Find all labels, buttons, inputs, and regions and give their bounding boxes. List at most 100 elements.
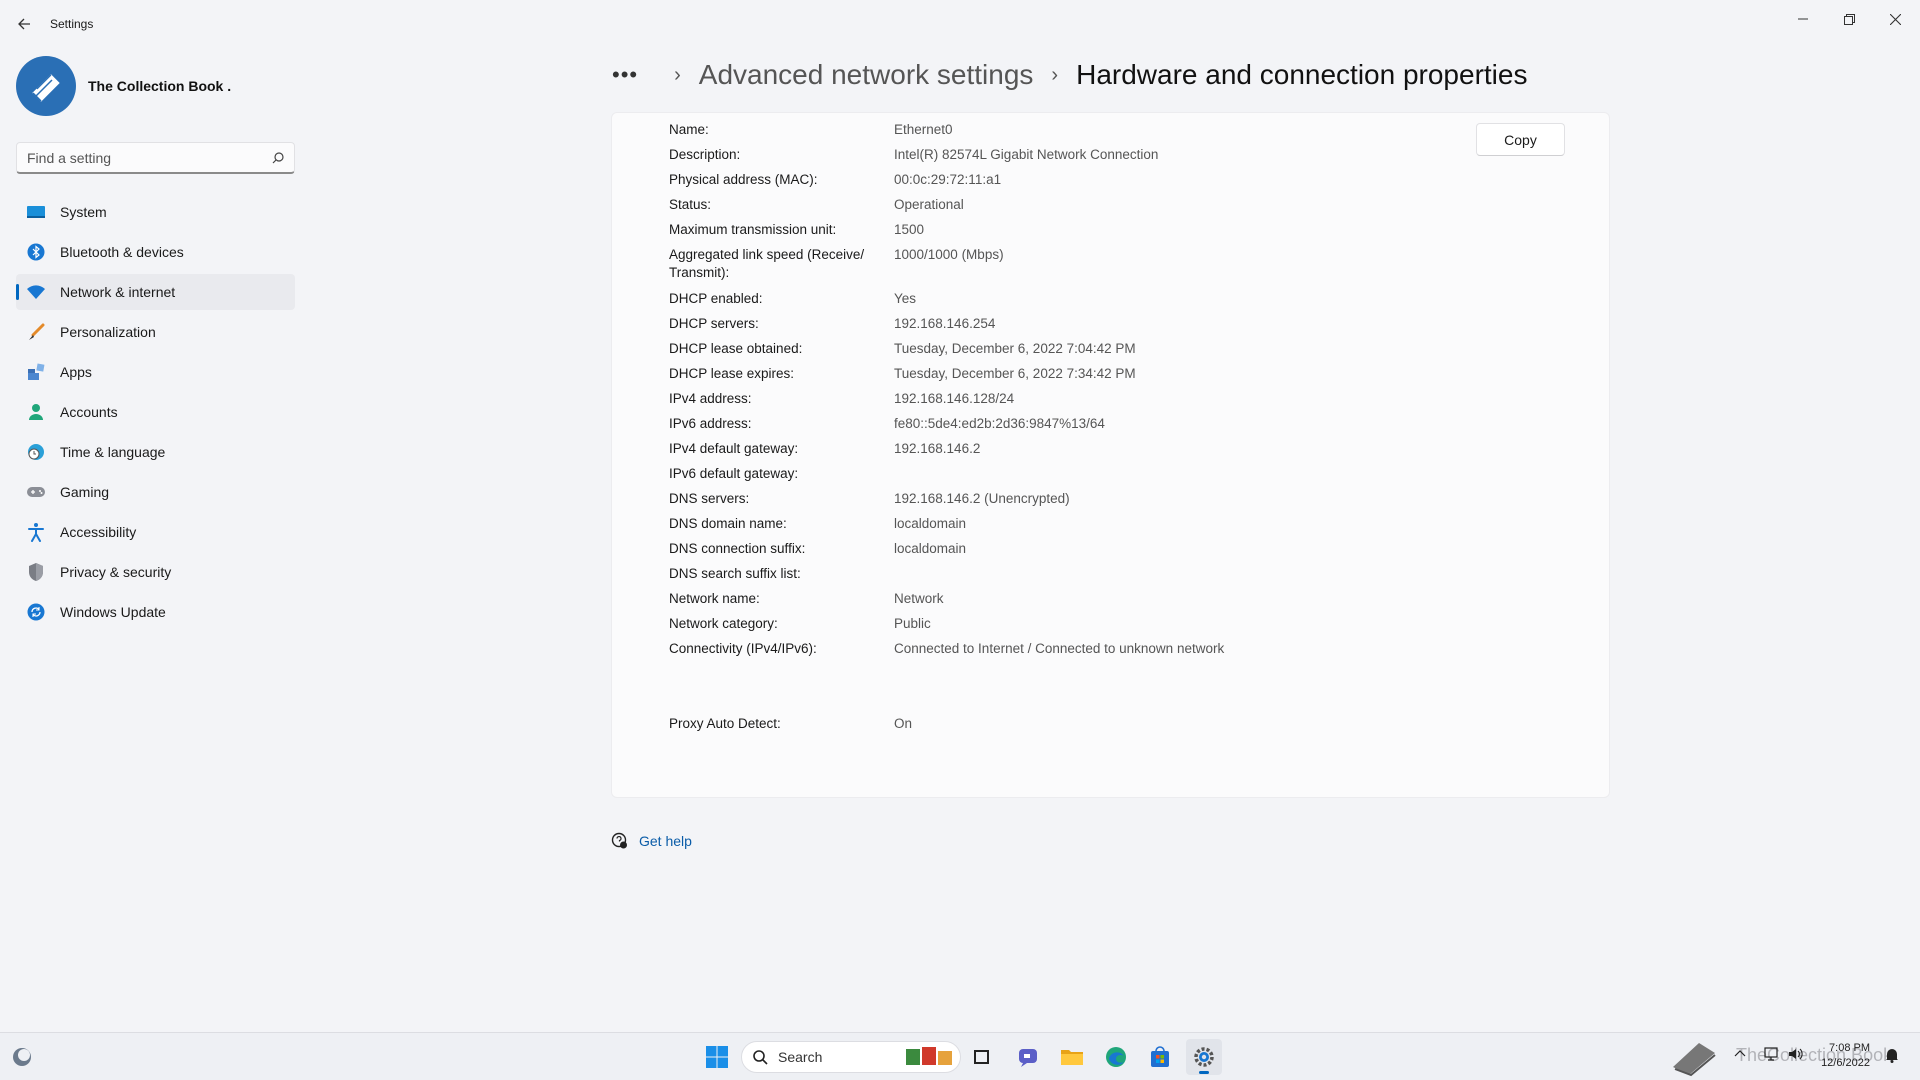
sidebar-item-bluetooth[interactable]: Bluetooth & devices [16, 234, 295, 270]
teams-chat-button[interactable] [1010, 1039, 1046, 1075]
clock-time: 7:08 PM [1829, 1042, 1870, 1054]
widgets-button[interactable] [4, 1039, 40, 1075]
edge-icon [1106, 1047, 1126, 1067]
sidebar-item-label: Windows Update [60, 604, 166, 620]
breadcrumb-overflow-button[interactable]: ••• [612, 62, 638, 88]
search-input[interactable] [27, 149, 272, 166]
property-value: Ethernet0 [894, 122, 953, 137]
property-value: 192.168.146.2 (Unencrypted) [894, 491, 1070, 506]
back-button[interactable] [12, 12, 36, 36]
property-value: 192.168.146.2 [894, 441, 981, 456]
property-row: DHCP lease expires: Tuesday, December 6, … [669, 365, 1369, 390]
windows-logo-icon [706, 1046, 728, 1068]
sidebar-item-accessibility[interactable]: Accessibility [16, 514, 295, 550]
edge-browser-button[interactable] [1098, 1039, 1134, 1075]
property-row: IPv4 default gateway: 192.168.146.2 [669, 440, 1369, 465]
property-value: Network [894, 591, 944, 606]
property-value: 1500 [894, 222, 925, 237]
taskbar-search-label: Search [778, 1049, 823, 1065]
property-label: Proxy Auto Detect: [669, 716, 781, 731]
property-row: DHCP servers: 192.168.146.254 [669, 315, 1369, 340]
help-chat-icon [611, 832, 627, 849]
property-label: DNS servers: [669, 491, 750, 506]
search-icon[interactable] [272, 151, 284, 164]
book-icon [32, 74, 60, 102]
property-row: Proxy Auto Detect: On [669, 715, 1369, 740]
restore-button[interactable] [1826, 4, 1872, 34]
property-label: DNS domain name: [669, 516, 787, 531]
property-row: Description: Intel(R) 82574L Gigabit Netw… [669, 146, 1369, 171]
properties-list: Name: Ethernet0 Description: Intel(R) 8257… [669, 121, 1369, 740]
property-value: localdomain [894, 541, 967, 556]
property-label: Connectivity (IPv4/IPv6): [669, 641, 817, 656]
wifi-icon [26, 282, 46, 302]
taskbar-search[interactable]: Search [741, 1041, 961, 1073]
property-label: Maximum transmission unit: [669, 222, 837, 237]
microsoft-store-button[interactable] [1142, 1039, 1178, 1075]
property-label: IPv4 default gateway: [669, 441, 799, 456]
sidebar-item-gaming[interactable]: Gaming [16, 474, 295, 510]
property-row: Status: Operational [669, 196, 1369, 221]
get-help-link[interactable]: Get help [611, 832, 692, 850]
chat-icon [1019, 1049, 1037, 1067]
show-hidden-icons-button[interactable] [1734, 1047, 1746, 1061]
property-value: Yes [894, 291, 917, 306]
profile-name: The Collection Book . [88, 78, 232, 94]
ethernet-icon [1764, 1047, 1778, 1061]
chevron-right-icon: › [1051, 63, 1059, 86]
user-profile[interactable]: The Collection Book . [16, 56, 231, 116]
system-clock[interactable]: 7:08 PM 12/6/2022 [1821, 1041, 1870, 1071]
property-label: IPv6 default gateway: [669, 466, 799, 481]
minimize-icon [1798, 18, 1808, 20]
property-value: 192.168.146.254 [894, 316, 996, 331]
apps-icon [26, 362, 46, 382]
copy-button[interactable]: Copy [1476, 123, 1565, 156]
sidebar-item-system[interactable]: System [16, 194, 295, 230]
property-label: DNS connection suffix: [669, 541, 806, 556]
sidebar-item-label: Time & language [60, 444, 166, 460]
property-row: DNS search suffix list: [669, 565, 1369, 590]
page-title: Hardware and connection properties [1076, 59, 1528, 90]
minimize-button[interactable] [1780, 4, 1826, 34]
volume-tray-icon[interactable] [1788, 1047, 1804, 1064]
settings-search-box[interactable] [16, 142, 295, 174]
sidebar-item-accounts[interactable]: Accounts [16, 394, 295, 430]
gamepad-icon [26, 482, 46, 502]
breadcrumb: ••• › Advanced network settings › Hardwa… [612, 52, 1527, 98]
sidebar-item-windows-update[interactable]: Windows Update [16, 594, 295, 630]
breadcrumb-parent-link[interactable]: Advanced network settings [699, 59, 1034, 91]
property-label: DHCP servers: [669, 316, 759, 331]
property-row: IPv6 address: fe80::5de4:ed2b:2d36:9847%1… [669, 415, 1369, 440]
close-button[interactable] [1872, 4, 1918, 34]
weather-icon [13, 1048, 31, 1066]
file-explorer-button[interactable] [1054, 1039, 1090, 1075]
notifications-button[interactable] [1884, 1047, 1900, 1066]
settings-app-button[interactable] [1186, 1039, 1222, 1075]
avatar [16, 56, 76, 116]
title-bar: Settings [0, 0, 1920, 48]
property-row: Name: Ethernet0 [669, 121, 1369, 146]
property-row: Network category: Public [669, 615, 1369, 640]
task-view-button[interactable] [964, 1039, 1000, 1075]
property-row: Maximum transmission unit: 1500 [669, 221, 1369, 246]
property-row: Physical address (MAC): 00:0c:29:72:11:a1 [669, 171, 1369, 196]
update-icon [26, 602, 46, 622]
property-label: Network category: [669, 616, 778, 631]
property-row: Connectivity (IPv4/IPv6): Connected to In… [669, 640, 1369, 665]
search-icon [753, 1050, 768, 1065]
network-tray-icon[interactable] [1764, 1047, 1780, 1064]
property-label: Status: [669, 197, 712, 212]
property-label: DHCP enabled: [669, 291, 763, 306]
sidebar-item-personalization[interactable]: Personalization [16, 314, 295, 350]
sidebar-item-privacy[interactable]: Privacy & security [16, 554, 295, 590]
sidebar-item-apps[interactable]: Apps [16, 354, 295, 390]
property-value: Connected to Internet / Connected to unk… [894, 641, 1225, 656]
search-highlight-icon [904, 1045, 956, 1070]
property-label: DNS search suffix list: [669, 566, 801, 581]
property-value: On [894, 716, 913, 731]
sidebar-item-time-language[interactable]: Time & language [16, 434, 295, 470]
watermark-book-logo [1668, 1039, 1720, 1077]
start-button[interactable] [699, 1039, 735, 1075]
chevron-right-icon: › [674, 63, 681, 86]
sidebar-item-network[interactable]: Network & internet [16, 274, 295, 310]
